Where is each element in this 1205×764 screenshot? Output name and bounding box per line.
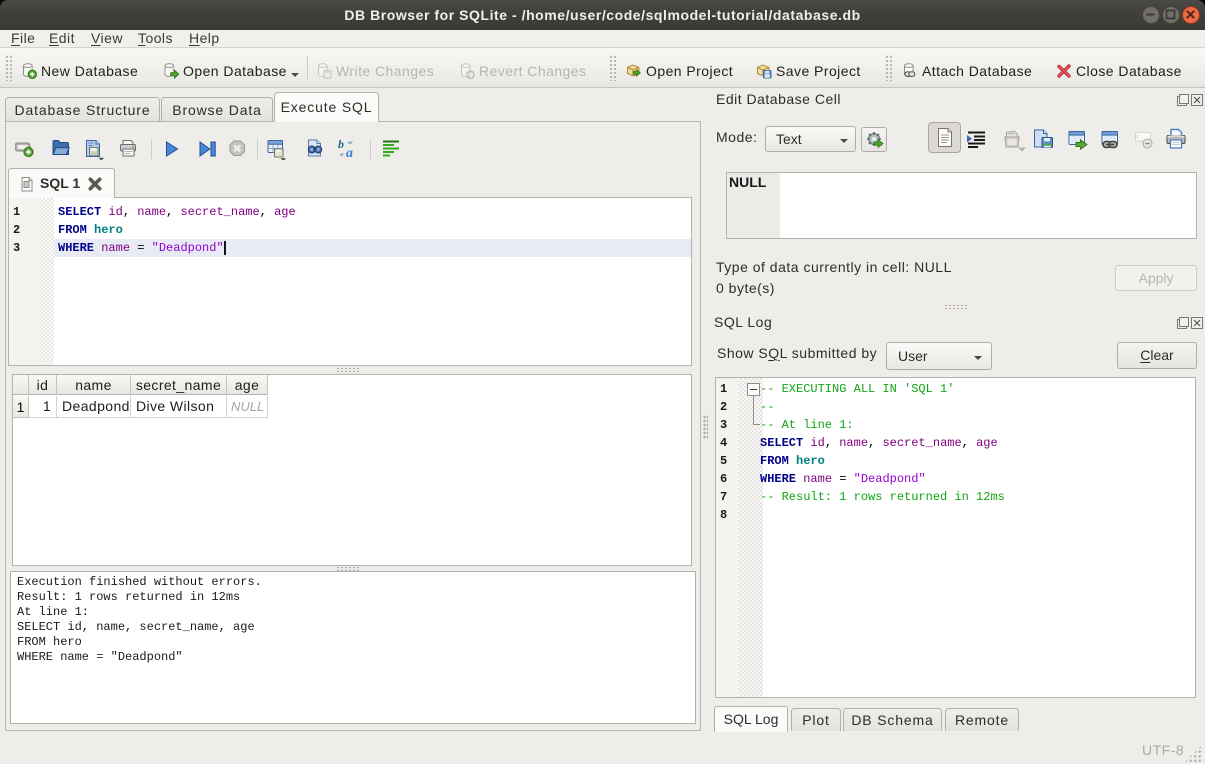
svg-text:b: b xyxy=(338,138,344,151)
svg-text:a: a xyxy=(346,146,353,160)
